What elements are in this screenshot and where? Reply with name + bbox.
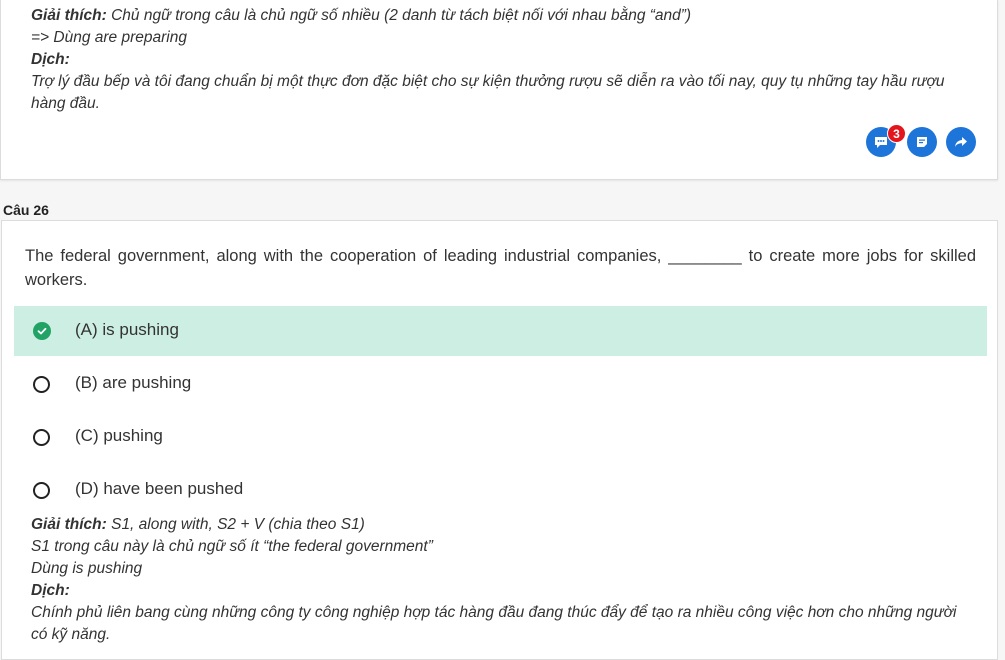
share-button[interactable] xyxy=(946,127,976,157)
prev-explanation-line1: Giải thích: Chủ ngữ trong câu là chủ ngữ… xyxy=(31,5,976,27)
comment-button[interactable]: 3 xyxy=(866,124,906,157)
option-c[interactable]: (C) pushing xyxy=(14,412,987,462)
radio-button[interactable] xyxy=(33,482,50,499)
explanation-line2: S1 trong câu này là chủ ngữ số ít “the f… xyxy=(31,538,433,555)
correct-check-icon xyxy=(33,322,51,340)
prev-explanation-line2: => Dùng are preparing xyxy=(31,29,187,46)
radio-button[interactable] xyxy=(33,376,50,393)
prev-translation-text: Trợ lý đầu bếp và tôi đang chuẩn bị một … xyxy=(31,73,945,112)
explanation-text: Chủ ngữ trong câu là chủ ngữ số nhiều (2… xyxy=(106,7,692,24)
question-number: Câu 26 xyxy=(3,202,49,218)
comment-count-badge: 3 xyxy=(887,124,906,143)
note-button[interactable] xyxy=(907,127,937,157)
explanation-label: Giải thích: xyxy=(31,7,107,24)
note-icon xyxy=(917,137,927,147)
translation-label: Dịch: xyxy=(31,582,70,599)
option-d[interactable]: (D) have been pushed xyxy=(14,465,987,515)
explanation-text: S1, along with, S2 + V (chia theo S1) xyxy=(106,516,365,533)
option-a-label: (A) is pushing xyxy=(75,320,179,339)
prev-translation-label: Dịch: xyxy=(31,51,70,68)
explanation-line1: Giải thích: S1, along with, S2 + V (chia… xyxy=(31,514,976,536)
share-arrow-icon xyxy=(955,137,967,147)
option-d-label: (D) have been pushed xyxy=(75,479,244,498)
option-a[interactable]: (A) is pushing xyxy=(14,306,987,356)
explanation-label: Giải thích: xyxy=(31,516,107,533)
option-b-label: (B) are pushing xyxy=(75,373,192,392)
translation-text: Chính phủ liên bang cùng những công ty c… xyxy=(31,604,957,643)
radio-button[interactable] xyxy=(33,429,50,446)
option-c-label: (C) pushing xyxy=(75,426,163,445)
question-text: The federal government, along with the c… xyxy=(25,247,976,289)
option-b[interactable]: (B) are pushing xyxy=(14,359,987,409)
explanation-line3: Dùng is pushing xyxy=(31,560,143,577)
